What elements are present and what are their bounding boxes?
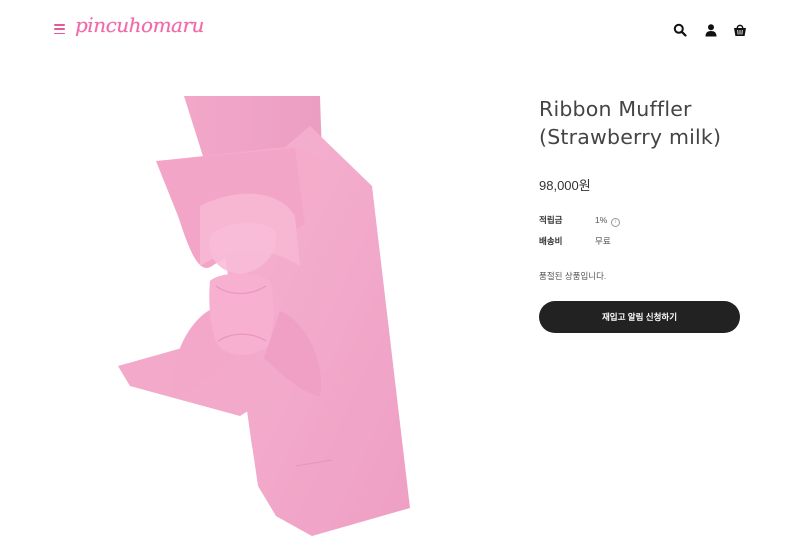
detail-row-shipping: 배송비 무료 — [539, 235, 611, 247]
product-price: 98,000원 — [539, 178, 591, 193]
info-icon[interactable]: i — [610, 218, 620, 227]
detail-value: 무료 — [595, 236, 611, 246]
detail-value: 1% — [595, 215, 608, 225]
product-title-line1: Ribbon Muffler — [539, 97, 692, 121]
site-header: pincuhomaru — [0, 0, 800, 60]
header-icons — [673, 23, 753, 39]
detail-label: 적립금 — [539, 215, 563, 225]
site-logo[interactable]: pincuhomaru — [75, 13, 204, 37]
account-icon[interactable] — [704, 23, 718, 37]
soldout-message: 품절된 상품입니다. — [539, 271, 607, 281]
search-icon[interactable] — [673, 23, 687, 37]
product-info: Ribbon Muffler (Strawberry milk) 98,000원… — [539, 95, 749, 333]
product-image — [118, 96, 410, 536]
shopping-bag-icon[interactable] — [733, 23, 747, 37]
detail-row-points: 적립금 1% i — [539, 214, 620, 227]
menu-icon[interactable] — [54, 24, 65, 35]
product-title-line2: (Strawberry milk) — [539, 125, 722, 149]
detail-label: 배송비 — [539, 236, 563, 246]
restock-notify-button[interactable]: 재입고 알림 신청하기 — [539, 301, 740, 333]
product-title: Ribbon Muffler (Strawberry milk) — [539, 95, 749, 151]
